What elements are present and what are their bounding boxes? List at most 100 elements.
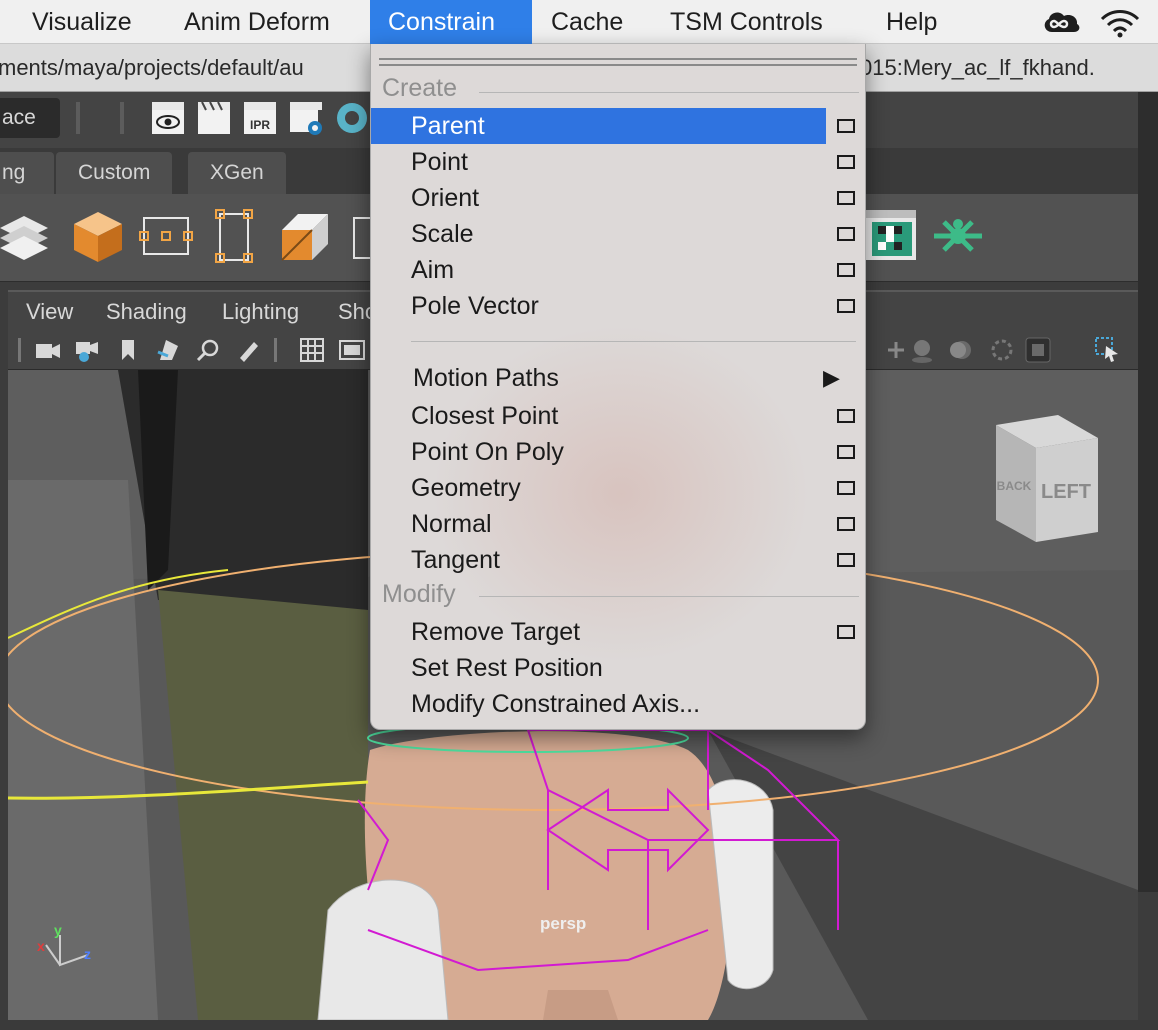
shadows-icon[interactable]: [908, 336, 936, 364]
xray-icon[interactable]: [882, 336, 910, 364]
menu-item-label: Closest Point: [411, 402, 559, 430]
split-cube-icon[interactable]: [278, 208, 334, 264]
hypershade-icon[interactable]: [334, 100, 370, 136]
menu-tsm-controls[interactable]: TSM Controls: [652, 0, 841, 44]
option-box-icon[interactable]: [837, 517, 855, 531]
axis-y-label: y: [54, 922, 62, 938]
option-box-icon[interactable]: [837, 625, 855, 639]
menu-anim-deform[interactable]: Anim Deform: [166, 0, 348, 44]
workspace-selector[interactable]: ace: [0, 98, 60, 138]
panel-menu-shading[interactable]: Shading: [106, 292, 187, 332]
2d-pan-zoom-icon[interactable]: [194, 336, 222, 364]
panel-menu-lighting[interactable]: Lighting: [222, 292, 299, 332]
panel-menu-view[interactable]: View: [26, 292, 73, 332]
layers-stack-icon[interactable]: [0, 208, 52, 264]
camera-name-label: persp: [540, 914, 587, 933]
checkerboard-icon[interactable]: [864, 208, 920, 264]
bookmark-icon[interactable]: [114, 336, 142, 364]
separator: [274, 338, 277, 362]
grid-icon[interactable]: [298, 336, 326, 364]
isolate-select-icon[interactable]: [1024, 336, 1052, 364]
render-view-eye-icon[interactable]: [150, 100, 186, 136]
shelf-tab-rigging[interactable]: ng: [0, 152, 54, 194]
tear-off-line[interactable]: [379, 64, 857, 66]
axis-z-label: z: [84, 946, 91, 962]
ipr-render-icon[interactable]: IPR: [242, 100, 278, 136]
menu-item-label: Remove Target: [411, 618, 581, 646]
separator: [120, 102, 124, 134]
menu-item-normal[interactable]: Normal: [371, 506, 865, 542]
menu-help[interactable]: Help: [868, 0, 955, 44]
right-dock-strip: [1138, 92, 1158, 892]
option-box-icon[interactable]: [837, 155, 855, 169]
option-box-icon[interactable]: [837, 263, 855, 277]
menu-bar: Visualize Anim Deform Constrain Cache TS…: [0, 0, 1158, 44]
option-box-icon[interactable]: [837, 227, 855, 241]
menu-item-label: Orient: [411, 184, 480, 212]
constrain-dropdown-menu: Create Parent Point Orient Scale Aim Pol…: [370, 44, 866, 730]
menu-item-modify-constrained-axis[interactable]: Modify Constrained Axis...: [371, 686, 865, 722]
menu-item-scale[interactable]: Scale: [371, 216, 865, 252]
tear-off-line[interactable]: [379, 58, 857, 60]
wireframe-prop-left: [317, 879, 449, 1020]
menu-item-label: Point: [411, 148, 468, 176]
selected-object-name: 015:Mery_ac_lf_fkhand.: [860, 55, 1095, 80]
render-settings-icon[interactable]: [288, 100, 324, 136]
project-path: ments/maya/projects/default/au: [0, 55, 304, 80]
menu-item-label: Motion Paths: [413, 364, 559, 392]
separator: [76, 102, 80, 134]
option-box-icon[interactable]: [837, 553, 855, 567]
shelf-tab-custom[interactable]: Custom: [56, 152, 173, 194]
menu-item-label: Modify Constrained Axis...: [411, 690, 701, 718]
orange-cube-icon[interactable]: [70, 208, 126, 264]
option-box-icon[interactable]: [837, 119, 855, 133]
camera-attributes-icon[interactable]: [74, 336, 102, 364]
menu-item-aim[interactable]: Aim: [371, 252, 865, 288]
menu-item-orient[interactable]: Orient: [371, 180, 865, 216]
menu-item-motion-paths[interactable]: Motion Paths ▶: [371, 360, 865, 396]
menu-item-geometry[interactable]: Geometry: [371, 470, 865, 506]
film-gate-icon[interactable]: [338, 336, 366, 364]
menu-item-label: Scale: [411, 220, 474, 248]
option-box-icon[interactable]: [837, 481, 855, 495]
view-cube-back-label: BACK: [997, 479, 1032, 493]
separator: [18, 338, 21, 362]
dotted-rectangle-icon[interactable]: [138, 208, 194, 264]
menu-divider: [411, 341, 856, 342]
menu-item-label: Geometry: [411, 474, 521, 502]
menu-item-set-rest-position[interactable]: Set Rest Position: [371, 650, 865, 686]
option-box-icon[interactable]: [837, 409, 855, 423]
svg-text:IPR: IPR: [250, 118, 270, 132]
menu-item-pole-vector[interactable]: Pole Vector: [371, 288, 865, 324]
section-header-create: Create: [382, 74, 458, 102]
vertical-rectangle-icon[interactable]: [206, 208, 262, 264]
menu-cache[interactable]: Cache: [533, 0, 641, 44]
option-box-icon[interactable]: [837, 191, 855, 205]
option-box-icon[interactable]: [837, 445, 855, 459]
shelf-tab-xgen[interactable]: XGen: [188, 152, 286, 194]
grease-pencil-icon[interactable]: [234, 336, 262, 364]
render-clapper-icon[interactable]: [196, 100, 232, 136]
image-plane-icon[interactable]: [154, 336, 182, 364]
option-box-icon[interactable]: [837, 299, 855, 313]
menu-visualize[interactable]: Visualize: [14, 0, 150, 44]
creative-cloud-icon[interactable]: [1040, 8, 1082, 36]
menu-item-remove-target[interactable]: Remove Target: [371, 614, 865, 650]
menu-item-point-on-poly[interactable]: Point On Poly: [371, 434, 865, 470]
menu-constrain[interactable]: Constrain: [370, 0, 532, 44]
select-tool-icon[interactable]: [1094, 336, 1122, 364]
submenu-arrow-icon: ▶: [823, 365, 840, 390]
menu-item-tangent[interactable]: Tangent: [371, 542, 865, 578]
wifi-icon[interactable]: [1098, 8, 1142, 38]
menu-item-label: Pole Vector: [411, 292, 539, 320]
menu-item-point[interactable]: Point: [371, 144, 865, 180]
ambient-occlusion-icon[interactable]: [948, 336, 976, 364]
camera-icon[interactable]: [34, 336, 62, 364]
motion-blur-icon[interactable]: [988, 336, 1016, 364]
view-cube[interactable]: LEFT BACK: [996, 415, 1098, 542]
menu-item-closest-point[interactable]: Closest Point: [371, 398, 865, 434]
menu-item-parent[interactable]: Parent: [371, 108, 865, 144]
menu-item-label: Point On Poly: [411, 438, 564, 466]
green-connector-icon[interactable]: [930, 208, 986, 264]
axis-x-label: x: [37, 938, 45, 954]
